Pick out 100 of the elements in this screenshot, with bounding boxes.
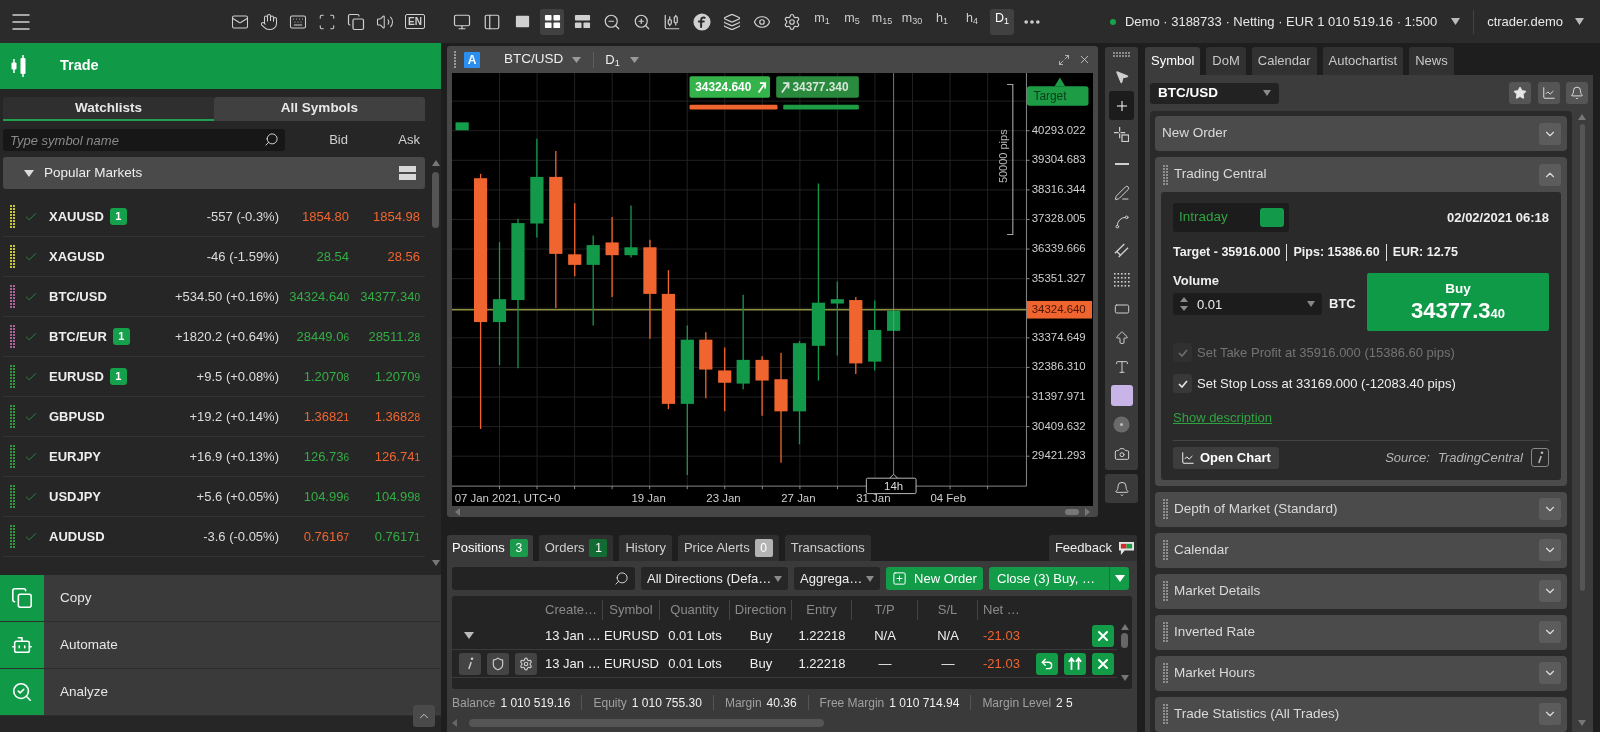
close-position-button[interactable] [1092,652,1114,675]
scrollbar-thumb[interactable] [469,719,824,727]
panel-tab[interactable]: Transactions [784,535,871,561]
expand-button[interactable] [1539,580,1561,602]
symbol-selector[interactable]: BTC/USD [504,49,582,70]
sidebar-tab[interactable]: All Symbols [214,97,425,121]
list-view-icon[interactable] [399,166,416,180]
menu-item[interactable]: Copy [0,575,441,622]
panel-tab[interactable]: Positions 3 [447,535,533,561]
scrollbar-thumb[interactable] [432,172,439,228]
expand-button[interactable] [1539,662,1561,684]
new-order-button[interactable]: New Order [886,567,983,590]
direction-dropdown[interactable]: All Directions (Defa… [641,567,788,590]
zoom-in-icon[interactable] [633,12,651,31]
timeframe-button[interactable]: h$_{4}$ [960,8,984,35]
panel-tab[interactable]: Orders 1 [538,535,614,561]
settings-button[interactable] [515,652,537,675]
spinner-arrows-icon[interactable] [1180,297,1188,311]
protection-button[interactable] [487,652,509,675]
keyboard-icon[interactable] [289,12,308,31]
checkbox[interactable] [1173,374,1192,393]
caret-icon[interactable] [1307,301,1315,307]
maximize-icon[interactable] [1058,53,1070,66]
panel-tab[interactable]: Price Alerts 0 [677,535,779,561]
layers-icon[interactable] [723,12,741,31]
trade-section-button[interactable]: Trade [0,43,441,89]
favorite-button[interactable] [1509,82,1531,104]
close-positions-button[interactable]: Close (3) Buy, … [989,567,1109,590]
search-field[interactable] [452,567,635,590]
panel-tab[interactable]: Calendar [1251,47,1317,75]
aggregation-dropdown[interactable]: Aggrega… [794,567,880,590]
mail-icon[interactable] [231,12,250,31]
menu-item[interactable]: Automate [0,622,441,669]
f-circle-icon[interactable] [693,12,711,31]
hand-icon[interactable] [260,12,279,31]
column-header[interactable]: Direction [730,600,792,620]
language-button[interactable]: EN [405,14,425,29]
show-description-link[interactable]: Show description [1173,408,1272,428]
scrollbar-thumb[interactable] [1579,124,1585,591]
column-header[interactable]: Symbol [603,600,660,620]
timeframe-button[interactable]: D$_{1}$ [990,8,1014,35]
scrollbar-thumb[interactable] [1121,633,1128,648]
user-selector[interactable]: ctrader.demo [1487,11,1584,32]
close-menu-button[interactable] [1109,567,1129,590]
caret-icon[interactable] [464,632,474,639]
column-header[interactable]: Quantity [660,600,730,620]
drawing-tool[interactable] [1109,91,1134,120]
overlapping-squares-icon[interactable] [347,12,366,31]
fullscreen-icon[interactable] [318,12,337,31]
timeframe-button[interactable]: m$_{1}$ [810,8,834,35]
close-icon[interactable] [1078,53,1091,66]
panel-tab[interactable]: Symbol [1145,47,1201,75]
expand-button[interactable] [1539,703,1561,725]
reverse-button[interactable] [1036,652,1058,675]
symbol-selector[interactable]: BTC/USD [1150,82,1279,104]
column-header[interactable]: S/L [918,600,978,620]
chart-button[interactable] [1538,82,1560,104]
timeframe-button[interactable]: m$_{30}$ [900,8,924,35]
timeframe-button[interactable]: h$_{1}$ [930,8,954,35]
column-header[interactable]: Net … [978,600,1030,620]
feedback-tab[interactable]: Feedback [1048,535,1137,561]
expand-button[interactable] [1539,498,1561,520]
timeframe-button[interactable]: m$_{5}$ [840,8,864,35]
timeframe-selector[interactable]: D$_{1}$ [605,49,639,70]
column-header[interactable]: T/P [852,600,918,620]
volume-field[interactable]: 0.01 [1173,293,1322,315]
timeframe-button[interactable]: m$_{15}$ [870,8,894,35]
account-selector[interactable]: Demo · 3188733 · Netting · EUR 1 010 519.16 · 1:500 [1124,11,1461,32]
sidebar-tab[interactable]: Watchlists [3,97,214,121]
group-header[interactable]: Popular Markets [3,157,425,189]
search-field[interactable]: Type symbol name [3,129,285,151]
watchlist-row[interactable]: XAGUSD -46 (-1.59%) 28.54 28.56 [3,237,425,277]
panel-tab[interactable]: News [1409,47,1454,75]
info-button[interactable] [1531,448,1549,467]
column-header[interactable]: Entry [792,600,852,620]
expand-button[interactable] [1539,163,1561,186]
menu-item[interactable]: Analyze [0,669,441,716]
monitor-icon[interactable] [453,12,471,31]
scroll-up-icon [1578,114,1586,120]
panel-icon[interactable] [483,12,501,31]
panel-tab[interactable]: Autochartist [1322,47,1404,75]
panel-tab[interactable]: History [619,535,672,561]
open-chart-button[interactable]: Open Chart [1173,446,1279,469]
zoom-out-icon[interactable] [603,12,621,31]
gear-icon[interactable] [783,12,801,31]
horizon-selector[interactable]: Intraday [1173,203,1289,232]
expand-button[interactable] [1539,621,1561,643]
candlestick-icon[interactable] [663,12,681,31]
speaker-icon[interactable] [376,12,395,31]
column-header[interactable]: Create… [540,600,603,620]
panel-tab[interactable]: DoM [1206,47,1246,75]
scrollbar-thumb[interactable] [1065,508,1079,515]
layout-button[interactable] [540,8,564,35]
double-up-button[interactable] [1064,652,1086,675]
expand-button[interactable] [1539,122,1561,145]
alert-button[interactable] [1566,82,1588,104]
close-position-button[interactable] [1092,624,1114,647]
info-button[interactable] [459,652,481,675]
expand-button[interactable] [1539,539,1561,561]
watchlist-row[interactable]: XAUUSD 1 -557 (-0.3%) 1854.80 1854.98 [3,197,425,237]
